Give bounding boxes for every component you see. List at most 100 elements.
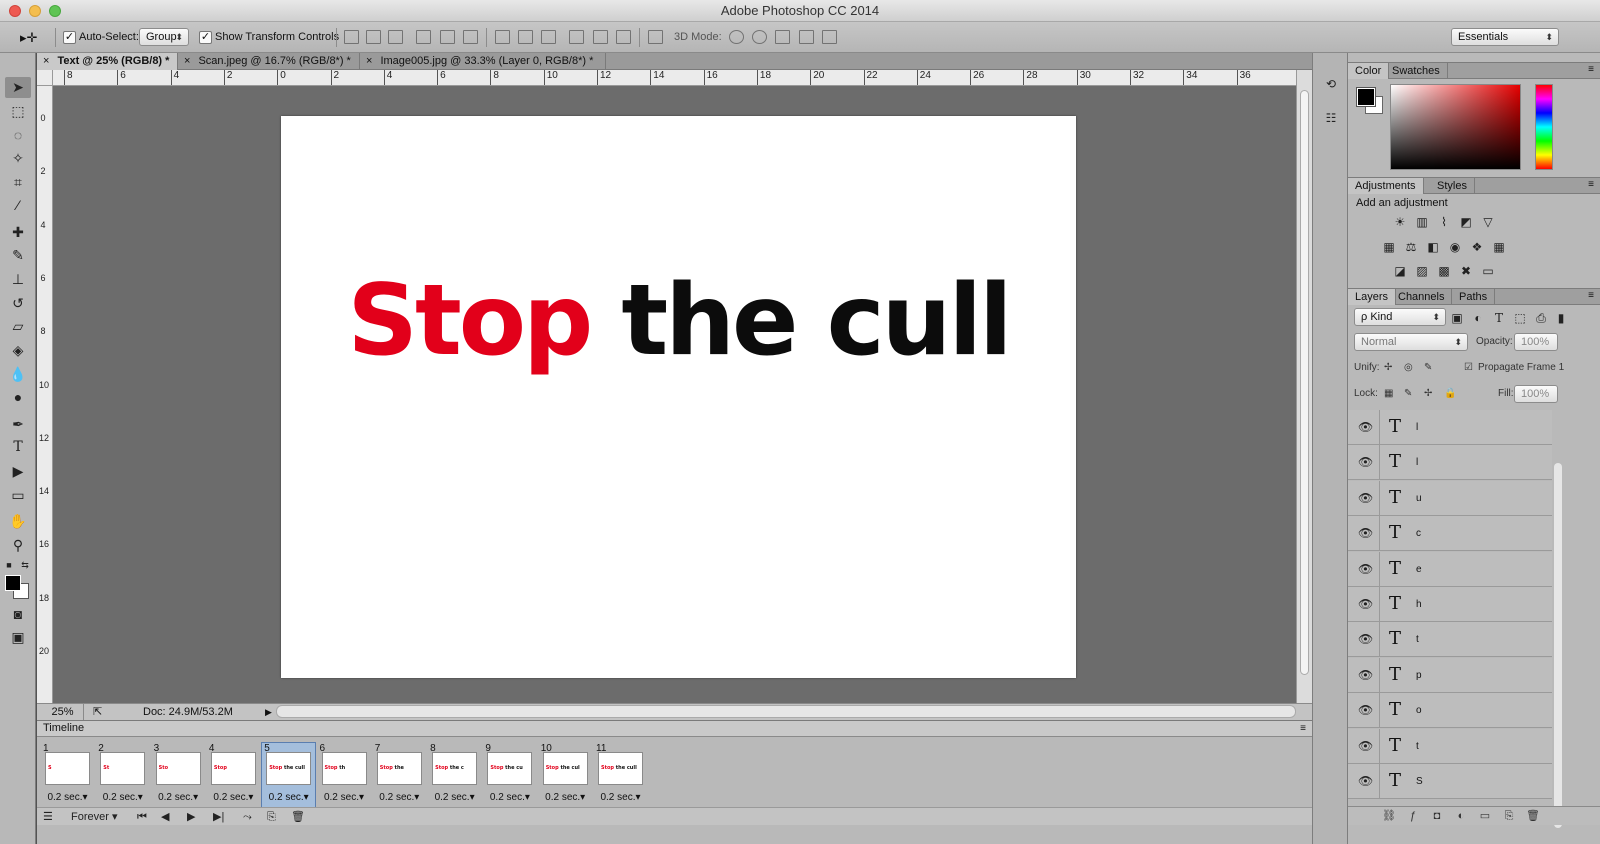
next-frame-icon[interactable]: ▶| <box>213 809 224 825</box>
tab-color[interactable]: Color <box>1348 63 1390 79</box>
swap-colors-icon[interactable]: ⇆ <box>19 555 31 576</box>
timeline-frame[interactable]: 4 Stop 0.2 sec.▾ <box>207 743 260 807</box>
dodge-tool-icon[interactable]: ● <box>5 387 31 408</box>
timeline-frame[interactable]: 10 Stop the cul 0.2 sec.▾ <box>539 743 592 807</box>
eye-icon[interactable]: 👁 <box>1358 739 1373 753</box>
3d-rotate-icon[interactable] <box>729 30 744 44</box>
share-icon[interactable]: ⇱ <box>93 704 102 720</box>
tab-swatches[interactable]: Swatches <box>1385 63 1448 79</box>
horizontal-ruler[interactable]: 8 6 4 2 0 2 4 6 8 10 12 14 16 18 20 22 24 26 28 30 32 34 36 <box>53 70 1312 86</box>
hue-saturation-icon[interactable]: ▦ <box>1381 240 1397 254</box>
layers-scrollbar[interactable] <box>1554 463 1562 828</box>
clone-stamp-tool-icon[interactable]: ⊥ <box>5 269 31 290</box>
panel-menu-icon[interactable]: ≡ <box>1588 64 1594 75</box>
paint-bucket-tool-icon[interactable]: ◈ <box>5 340 31 361</box>
frame-delay-dropdown[interactable]: 0.2 sec.▾ <box>428 792 481 803</box>
frame-delay-dropdown[interactable]: 0.2 sec.▾ <box>373 792 426 803</box>
filter-pixel-layers-icon[interactable]: ▣ <box>1449 311 1465 325</box>
layer-name[interactable]: e <box>1416 564 1422 575</box>
tab-paths[interactable]: Paths <box>1452 289 1496 305</box>
panel-menu-icon[interactable]: ≡ <box>1588 290 1594 301</box>
brightness-contrast-icon[interactable]: ☀ <box>1392 215 1408 229</box>
photo-filter-icon[interactable]: ◉ <box>1447 240 1463 254</box>
distribute-vertical-centers-icon[interactable] <box>518 30 533 44</box>
frame-delay-dropdown[interactable]: 0.2 sec.▾ <box>483 792 536 803</box>
timeline-frame[interactable]: 2 St 0.2 sec.▾ <box>96 743 149 807</box>
align-right-edges-icon[interactable] <box>463 30 478 44</box>
new-group-icon[interactable]: ▭ <box>1478 809 1492 823</box>
first-frame-icon[interactable]: ⏮ <box>137 809 147 825</box>
distribute-right-edges-icon[interactable] <box>616 30 631 44</box>
history-brush-tool-icon[interactable]: ↺ <box>5 293 31 314</box>
threshold-icon[interactable]: ▩ <box>1436 264 1452 278</box>
vibrance-icon[interactable]: ▽ <box>1480 215 1496 229</box>
history-panel-icon[interactable]: ⟲ <box>1321 75 1341 93</box>
3d-drag-icon[interactable] <box>775 30 790 44</box>
frame-delay-dropdown[interactable]: 0.2 sec.▾ <box>318 792 371 803</box>
tab-text-document[interactable]: × Text @ 25% (RGB/8) * <box>37 53 178 70</box>
lock-pixels-icon[interactable]: ✎ <box>1404 388 1412 399</box>
color-picker-field[interactable] <box>1390 84 1521 170</box>
eye-icon[interactable]: 👁 <box>1358 774 1373 788</box>
tab-layers[interactable]: Layers <box>1348 289 1397 305</box>
filter-smart-objects-icon[interactable]: ⎙ <box>1533 311 1549 325</box>
layer-row[interactable]: 👁 Te <box>1348 551 1552 587</box>
propagate-frame-checkbox[interactable]: ☑ <box>1464 362 1473 373</box>
minimize-window-button[interactable] <box>29 5 41 17</box>
unify-position-icon[interactable]: ✢ <box>1384 362 1392 373</box>
frame-delay-dropdown[interactable]: 0.2 sec.▾ <box>262 792 315 803</box>
crop-tool-icon[interactable]: ⌗ <box>5 172 31 193</box>
previous-frame-icon[interactable]: ◀ <box>161 809 169 825</box>
auto-select-dropdown[interactable]: Group ⬍ <box>139 28 189 46</box>
timeline-frame[interactable]: 7 Stop the 0.2 sec.▾ <box>373 743 426 807</box>
eye-icon[interactable]: 👁 <box>1358 562 1373 576</box>
distribute-horizontal-centers-icon[interactable] <box>593 30 608 44</box>
layer-row[interactable]: 👁 Tu <box>1348 480 1552 516</box>
layer-style-icon[interactable]: ƒ <box>1406 809 1420 823</box>
filter-type-layers-icon[interactable]: T <box>1491 311 1507 325</box>
tab-adjustments[interactable]: Adjustments <box>1348 178 1424 194</box>
screen-mode-icon[interactable]: ▣ <box>5 627 31 648</box>
channel-mixer-icon[interactable]: ❖ <box>1469 240 1485 254</box>
unify-visibility-icon[interactable]: ◎ <box>1404 362 1413 373</box>
eye-icon[interactable]: 👁 <box>1358 668 1373 682</box>
layer-row[interactable]: 👁 Th <box>1348 587 1552 622</box>
convert-to-video-timeline-icon[interactable]: ☰ <box>43 809 53 825</box>
layer-name[interactable]: p <box>1416 670 1422 681</box>
unify-style-icon[interactable]: ✎ <box>1424 362 1432 373</box>
zoom-level[interactable]: 25% <box>42 704 84 720</box>
distribute-left-edges-icon[interactable] <box>569 30 584 44</box>
eye-icon[interactable]: 👁 <box>1358 632 1373 646</box>
tab-channels[interactable]: Channels <box>1391 289 1453 305</box>
eye-icon[interactable]: 👁 <box>1358 455 1373 469</box>
new-adjustment-layer-icon[interactable]: ◐ <box>1454 809 1468 823</box>
quick-mask-icon[interactable]: ◙ <box>5 604 31 625</box>
marquee-tool-icon[interactable]: ⬚ <box>5 101 31 122</box>
timeline-title[interactable]: Timeline <box>43 722 84 734</box>
layer-row[interactable]: 👁 T S <box>1348 764 1552 799</box>
frame-delay-dropdown[interactable]: 0.2 sec.▾ <box>207 792 260 803</box>
zoom-window-button[interactable] <box>49 5 61 17</box>
delete-frame-icon[interactable]: 🗑 <box>291 809 305 825</box>
frame-delay-dropdown[interactable]: 0.2 sec.▾ <box>152 792 205 803</box>
eye-icon[interactable]: 👁 <box>1358 420 1373 434</box>
color-balance-icon[interactable]: ⚖ <box>1403 240 1419 254</box>
layer-row[interactable]: 👁 Tt <box>1348 728 1552 764</box>
timeline-frame[interactable]: 1 S 0.2 sec.▾ <box>41 743 94 807</box>
layer-name[interactable]: c <box>1416 528 1421 539</box>
delete-layer-icon[interactable]: 🗑 <box>1526 809 1540 823</box>
layer-filter-dropdown[interactable]: ρ Kind ⬍ <box>1354 308 1446 326</box>
eye-icon[interactable]: 👁 <box>1358 491 1373 505</box>
layer-name[interactable]: t <box>1416 634 1419 645</box>
foreground-color-swatch[interactable] <box>5 575 21 591</box>
default-colors-icon[interactable]: ■ <box>3 555 15 576</box>
hand-tool-icon[interactable]: ✋ <box>5 511 31 532</box>
type-tool-icon[interactable]: T <box>5 437 31 458</box>
auto-align-layers-icon[interactable] <box>648 30 663 44</box>
tab-scan-document[interactable]: × Scan.jpeg @ 16.7% (RGB/8*) * <box>178 53 360 70</box>
timeline-frame[interactable]: 8 Stop the c 0.2 sec.▾ <box>428 743 481 807</box>
pen-tool-icon[interactable]: ✒ <box>5 414 31 435</box>
lock-all-icon[interactable]: 🔒 <box>1444 388 1456 399</box>
fill-field[interactable]: 100% <box>1514 385 1558 403</box>
gradient-map-icon[interactable]: ▭ <box>1480 264 1496 278</box>
